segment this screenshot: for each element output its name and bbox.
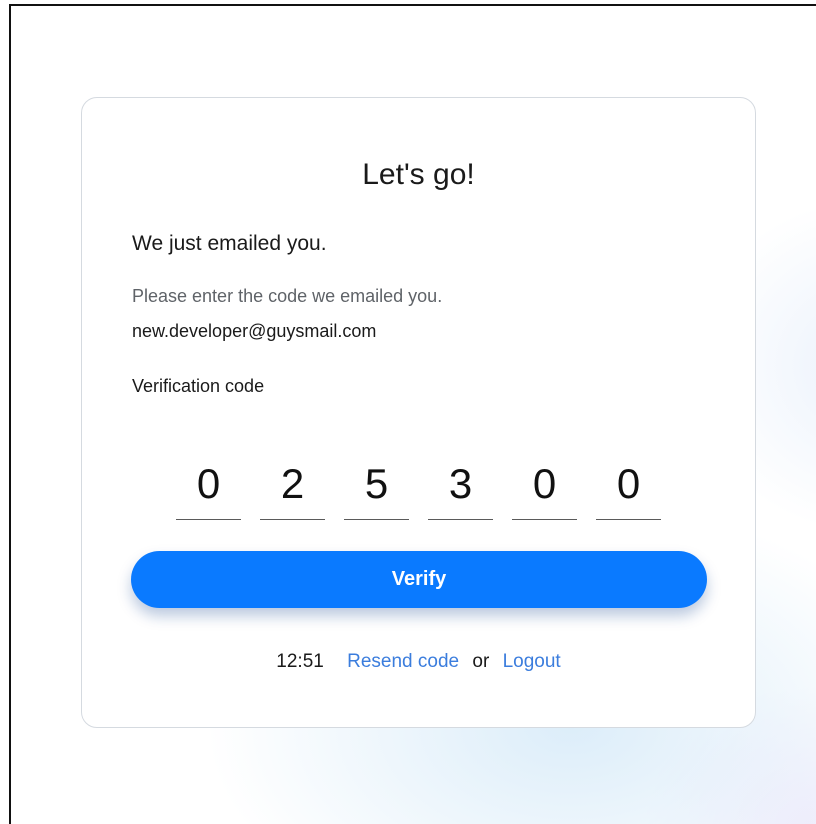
- code-digit-3[interactable]: [344, 448, 409, 520]
- footer-actions: 12:51 Resend code or Logout: [82, 651, 755, 673]
- resend-code-link[interactable]: Resend code: [347, 651, 459, 672]
- code-digit-1[interactable]: [176, 448, 241, 520]
- code-digit-5[interactable]: [512, 448, 577, 520]
- logout-link[interactable]: Logout: [503, 651, 561, 672]
- email-address: new.developer@guysmail.com: [132, 321, 377, 341]
- subtitle: We just emailed you.: [132, 232, 327, 255]
- resend-timer: 12:51: [276, 651, 324, 672]
- or-separator: or: [472, 651, 490, 672]
- verification-code-label: Verification code: [132, 376, 265, 396]
- page-title: Let's go!: [362, 158, 475, 191]
- code-digit-4[interactable]: [428, 448, 493, 520]
- verification-code-inputs: [176, 448, 661, 520]
- verification-card: Let's go! We just emailed you. Please en…: [81, 97, 756, 728]
- page-background: Let's go! We just emailed you. Please en…: [9, 4, 816, 824]
- instruction-text: Please enter the code we emailed you.: [132, 286, 443, 306]
- code-digit-6[interactable]: [596, 448, 661, 520]
- verify-button[interactable]: Verify: [131, 551, 707, 608]
- code-digit-2[interactable]: [260, 448, 325, 520]
